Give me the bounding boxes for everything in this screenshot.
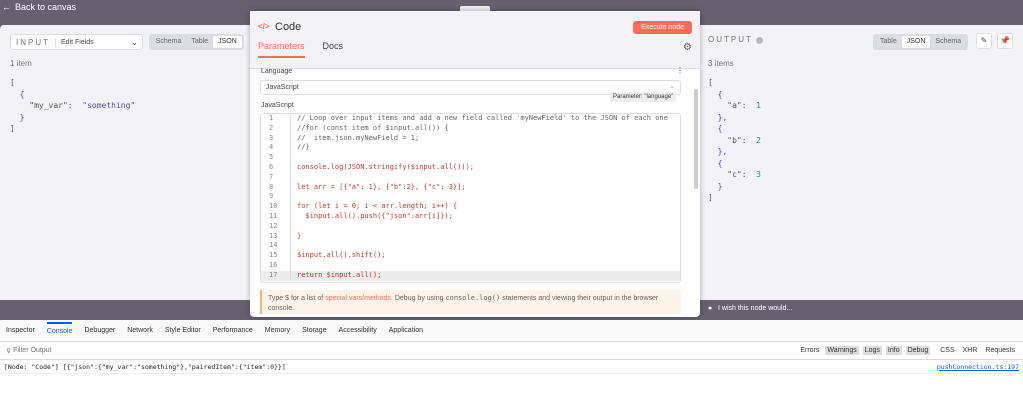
code-line[interactable]: 15 $input.all().shift(); xyxy=(261,251,680,261)
output-json: [ { "a": 1 }, { "b": 2 }, { "c": 3 } ] xyxy=(708,78,761,202)
line-number: 11 xyxy=(261,211,291,222)
devtools-tab-network[interactable]: Network xyxy=(127,327,153,334)
line-number: 1 xyxy=(261,114,291,124)
item-count: 3 items xyxy=(708,59,734,68)
line-number: 9 xyxy=(261,192,291,203)
gear-icon[interactable]: ⚙ xyxy=(683,42,692,53)
options-menu-icon[interactable]: ⋮ xyxy=(676,66,684,75)
tab-schema[interactable]: Schema xyxy=(151,36,187,48)
output-panel: OUTPUT Table JSON Schema ✎ 📌 3 items [ {… xyxy=(698,25,1023,300)
input-panel: INPUT Edit Fields ⌄ Schema Table JSON 1 … xyxy=(0,25,252,300)
console-message: [Node: "Code"] [{"json":{"my_var":"somet… xyxy=(0,360,1023,374)
code-line[interactable]: 10 for (let i = 0; i < arr.length; i++) { xyxy=(261,202,680,212)
line-number: 3 xyxy=(261,133,291,144)
filter-errors[interactable]: Errors xyxy=(798,346,821,355)
line-number: 10 xyxy=(261,202,291,212)
code-line[interactable]: 9 xyxy=(261,192,680,203)
code-icon: </> xyxy=(258,22,270,31)
devtools-tab-memory[interactable]: Memory xyxy=(265,327,290,334)
line-number: 5 xyxy=(261,153,291,163)
line-number: 17 xyxy=(261,270,291,281)
code-line[interactable]: 16 xyxy=(261,260,680,271)
line-number: 2 xyxy=(261,123,291,134)
line-number: 4 xyxy=(261,143,291,154)
devtools-tab-debugger[interactable]: Debugger xyxy=(84,327,115,334)
input-node-select[interactable]: INPUT Edit Fields ⌄ xyxy=(10,34,143,50)
tab-docs[interactable]: Docs xyxy=(323,41,344,58)
tooltip: Parameter: "language" xyxy=(610,92,677,102)
tab-parameters[interactable]: Parameters xyxy=(258,41,305,58)
code-line[interactable]: 11 $input.all().push({"json":arr[i]}); xyxy=(261,211,680,222)
code-line[interactable]: 12 xyxy=(261,221,680,232)
arrow-left-icon: ← xyxy=(2,2,11,12)
filter-xhr[interactable]: XHR xyxy=(961,346,980,355)
line-number: 8 xyxy=(261,182,291,193)
line-number: 16 xyxy=(261,260,291,271)
tab-json[interactable]: JSON xyxy=(901,36,931,48)
filter-icon: ⊽ xyxy=(6,347,14,355)
code-line[interactable]: 3// item.json.myNewField = 1; xyxy=(261,133,680,144)
code-editor[interactable]: 1// Loop over input items and add a new … xyxy=(260,113,681,283)
code-line[interactable]: 14 xyxy=(261,241,680,252)
line-number: 12 xyxy=(261,221,291,232)
code-line[interactable]: 2//for (const item of $input.all()) { xyxy=(261,123,680,134)
filter-css[interactable]: CSS xyxy=(938,346,956,355)
filter-info[interactable]: Info xyxy=(885,346,902,355)
devtools-tab-performance[interactable]: Performance xyxy=(213,327,253,334)
back-to-canvas-link[interactable]: ← Back to canvas xyxy=(2,2,76,12)
devtools: Inspector Console Debugger Network Style Edi… xyxy=(0,320,1023,403)
item-count: 1 item xyxy=(10,59,32,68)
devtools-tab-application[interactable]: Application xyxy=(389,327,423,334)
special-vars-link[interactable]: special vars/methods xyxy=(325,295,391,302)
input-view-switch[interactable]: Schema Table JSON xyxy=(148,34,244,50)
line-number: 6 xyxy=(261,162,291,173)
code-line[interactable]: 7 xyxy=(261,172,680,183)
edit-output-button[interactable]: ✎ xyxy=(976,33,992,49)
line-number: 7 xyxy=(261,172,291,183)
devtools-tab-accessibility[interactable]: Accessibility xyxy=(339,327,377,334)
filter-debug[interactable]: Debug xyxy=(905,346,931,355)
line-number: 15 xyxy=(261,251,291,261)
info-icon xyxy=(756,37,763,44)
lightbulb-icon: ● xyxy=(708,305,713,312)
filter-warnings[interactable]: Warnings xyxy=(825,346,859,355)
chevron-down-icon: ⌄ xyxy=(131,37,138,47)
code-line[interactable]: 8 let arr = [{"a": 1}, {"b":2}, {"c": 3}]… xyxy=(261,182,680,193)
devtools-tab-style-editor[interactable]: Style Editor xyxy=(165,327,201,334)
tab-json[interactable]: JSON xyxy=(213,36,242,48)
filter-requests[interactable]: Requests xyxy=(983,346,1017,355)
code-line[interactable]: 6 console.log(JSON.stringify($input.all()… xyxy=(261,162,680,173)
devtools-tab-storage[interactable]: Storage xyxy=(302,327,327,334)
filter-output-input[interactable]: Filter Output xyxy=(13,347,52,354)
code-line[interactable]: 5 xyxy=(261,153,680,163)
code-line[interactable]: 1// Loop over input items and add a new … xyxy=(261,114,680,124)
devtools-tab-inspector[interactable]: Inspector xyxy=(6,327,35,334)
execute-node-button[interactable]: Execute node xyxy=(633,21,692,34)
devtools-tab-console[interactable]: Console xyxy=(46,322,73,339)
code-node-modal: </> Code Execute node Parameters Docs ⚙ … xyxy=(250,11,700,317)
chevron-down-icon: ⌄ xyxy=(669,83,675,90)
code-line[interactable]: 17 return $input.all(); xyxy=(261,270,680,281)
feedback-link[interactable]: I wish this node would... xyxy=(718,305,792,312)
pin-data-button[interactable]: 📌 xyxy=(997,33,1013,49)
code-hint: Type $ for a list of special vars/method… xyxy=(260,290,681,314)
devtools-tabs: Inspector Console Debugger Network Style Edi… xyxy=(0,320,1023,342)
line-number: 13 xyxy=(261,231,291,242)
tab-schema[interactable]: Schema xyxy=(930,36,966,48)
source-link[interactable]: pushConnection.ts:197 xyxy=(937,363,1019,371)
tab-table[interactable]: Table xyxy=(875,36,902,48)
tab-table[interactable]: Table xyxy=(186,36,213,48)
line-number: 14 xyxy=(261,241,291,252)
scrollbar[interactable] xyxy=(694,89,698,189)
filter-logs[interactable]: Logs xyxy=(862,346,882,355)
code-line[interactable]: 4//} xyxy=(261,143,680,154)
output-view-switch[interactable]: Table JSON Schema xyxy=(873,34,969,50)
input-json: [ { "my_var": "something" } ] xyxy=(10,78,136,133)
node-title[interactable]: Code xyxy=(275,21,301,33)
code-line[interactable]: 13} xyxy=(261,231,680,242)
